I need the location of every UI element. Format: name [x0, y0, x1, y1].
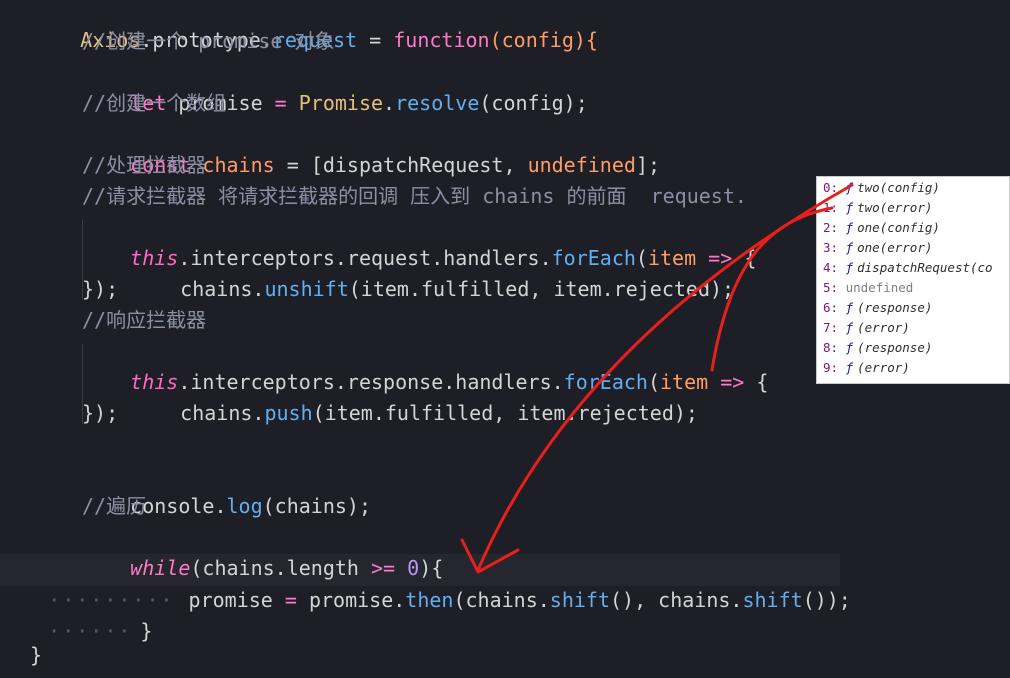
code-comment: //处理拦截器	[82, 153, 207, 177]
code-comment: //请求拦截器 将请求拦截器的回调 压入到 chains 的前面 request…	[82, 184, 747, 208]
code-line: }	[30, 643, 43, 667]
code-line: let promise = Promise.resolve(config);	[130, 91, 588, 115]
code-line: });	[82, 277, 119, 301]
code-comment: //创建一个 promise 对象	[82, 29, 335, 53]
code-line: ········· promise = promise.then(chains.s…	[48, 588, 851, 612]
code-line: ······}	[48, 619, 153, 643]
code-line: });	[82, 401, 119, 425]
code-line: Axios.prototype.request = function(confi…	[80, 28, 598, 52]
code-comment: //遍历	[82, 494, 147, 518]
console-row: 4: ƒ dispatchRequest(co	[823, 260, 993, 275]
code-line: const chains = [dispatchRequest, undefin…	[130, 153, 661, 177]
console-row: 8: ƒ (response)	[823, 340, 933, 355]
code-line: console.log(chains);	[130, 494, 371, 518]
console-row: 3: ƒ one(error)	[823, 240, 933, 255]
console-row: 1: ƒ two(error)	[823, 200, 933, 215]
console-row: 7: ƒ (error)	[823, 320, 910, 335]
console-row: 6: ƒ (response)	[823, 300, 933, 315]
console-row: 0: ƒ two(config)	[823, 180, 940, 195]
code-line: this.interceptors.request.handlers.forEa…	[130, 246, 757, 270]
console-row: 2: ƒ one(config)	[823, 220, 940, 235]
console-row: 9: ƒ (error)	[823, 360, 910, 375]
code-line: while(chains.length >= 0){	[130, 556, 444, 580]
code-comment: //响应拦截器	[82, 308, 207, 332]
code-line: chains.push(item.fulfilled, item.rejecte…	[180, 401, 698, 425]
console-row: 5: undefined	[823, 280, 914, 295]
code-line: this.interceptors.response.handlers.forE…	[130, 370, 769, 394]
console-array-output: 0: ƒ two(config) 1: ƒ two(error) 2: ƒ one(c…	[816, 176, 1010, 384]
code-line: chains.unshift(item.fulfilled, item.reje…	[180, 277, 735, 301]
code-comment: //创建一个数组	[82, 91, 227, 115]
